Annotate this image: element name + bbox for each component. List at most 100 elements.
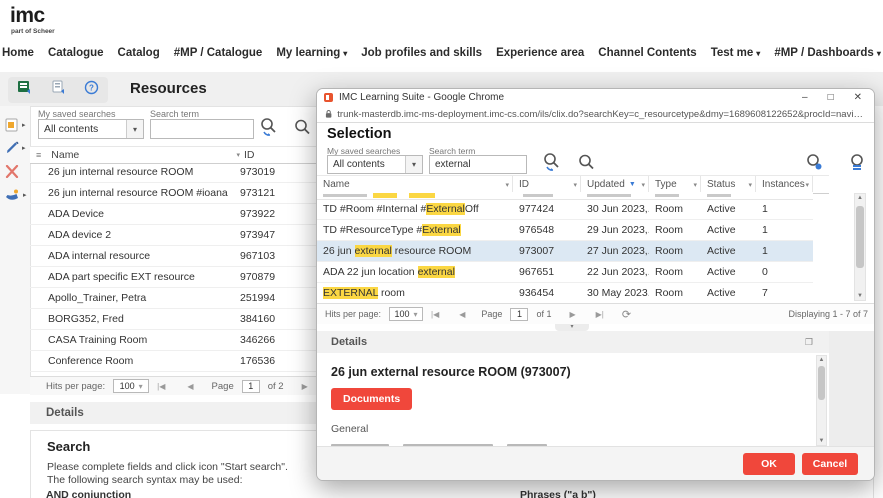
collapse-panel-icon[interactable]: ❐ (805, 337, 813, 348)
nav-item-job-profiles-and-skills[interactable]: Job profiles and skills (361, 47, 482, 65)
prev-page-icon[interactable]: ◀ (459, 310, 465, 319)
column-label: Updated (587, 179, 625, 190)
panel-splitter[interactable]: ▾ (317, 323, 827, 331)
column-chooser-icon[interactable]: ≡ (36, 150, 41, 160)
filter-caret-icon[interactable]: ▾ (505, 181, 509, 189)
dialog-details-body: 26 jun external resource ROOM (973007) D… (317, 353, 829, 448)
search-settings-icon[interactable] (847, 152, 868, 178)
table-row[interactable]: ADA internal resource967103 (30, 246, 320, 267)
resources-table-body: 26 jun internal resource ROOM97301926 ju… (30, 162, 320, 376)
caret-right-icon[interactable]: ▸ (23, 191, 27, 199)
nav-item-my-learning[interactable]: My learning▾ (276, 47, 347, 65)
table-row[interactable]: CASA Training Room346266 (30, 330, 320, 351)
cancel-button[interactable]: Cancel (802, 453, 858, 475)
documents-button[interactable]: Documents (331, 388, 412, 410)
search-term-label: Search term (150, 109, 199, 119)
refresh-icon[interactable]: ⟳ (622, 308, 631, 321)
close-button[interactable]: ✕ (854, 92, 862, 103)
cell-id: 977424 (513, 203, 581, 215)
minimize-button[interactable]: – (802, 92, 808, 103)
column-name[interactable]: Name (51, 149, 79, 161)
cell-name: 26 jun internal resource ROOM #ioana (30, 187, 240, 199)
main-nav: Home Catalogue Catalog #MP / Catalogue My le… (2, 47, 883, 65)
delete-button[interactable] (5, 165, 19, 178)
nav-item-channel-contents[interactable]: Channel Contents (598, 47, 696, 65)
url-text: trunk-masterdb.imc-ms-deployment.imc-cs.… (337, 109, 874, 120)
dialog-saved-searches-dropdown[interactable]: All contents ▾ (327, 155, 423, 174)
cell-id: 973007 (513, 245, 581, 257)
dialog-pagination: Hits per page: 100▾ |◀ ◀ Page 1 of 1 ▶ ▶… (317, 303, 875, 324)
chevron-down-icon[interactable]: ▾ (405, 156, 422, 173)
nav-item-catalog[interactable]: Catalog (118, 47, 160, 65)
assign-button[interactable]: ▸ (5, 188, 27, 202)
column-id[interactable]: ID▾ (513, 176, 581, 193)
table-row[interactable]: ADA device 2973947 (30, 225, 320, 246)
table-row[interactable]: ADA Device973922 (30, 204, 320, 225)
page-of-label: of 2 (268, 381, 284, 392)
filter-caret-icon[interactable]: ▾ (748, 181, 752, 189)
maximize-button[interactable]: □ (828, 92, 834, 103)
dialog-table-scrollbar[interactable]: ▲ ▼ (854, 193, 866, 301)
export-excel-icon[interactable] (17, 80, 34, 100)
dialog-page-input[interactable]: 1 (510, 308, 528, 321)
filter-caret-icon[interactable]: ▾ (805, 181, 809, 189)
start-search-icon[interactable] (258, 116, 280, 143)
dialog-start-search-icon[interactable] (541, 151, 563, 178)
column-type[interactable]: Type▾ (649, 176, 701, 193)
column-id[interactable]: ID (244, 149, 320, 161)
search-term-input[interactable] (150, 119, 254, 139)
first-page-icon[interactable]: |◀ (157, 382, 165, 391)
nav-item-home[interactable]: Home (2, 47, 34, 65)
table-row[interactable]: BORG352, Fred384160 (30, 309, 320, 330)
dialog-hits-per-page-select[interactable]: 100▾ (389, 307, 423, 321)
table-row[interactable]: 26 jun external resource ROOM97300727 Ju… (317, 241, 813, 262)
nav-item-test-me[interactable]: Test me▾ (711, 47, 761, 65)
nav-item-mp-catalogue[interactable]: #MP / Catalogue (174, 47, 263, 65)
search-icon[interactable] (293, 118, 312, 142)
caret-right-icon[interactable]: ▸ (22, 144, 26, 152)
details-scrollbar[interactable]: ▲ ▼ (816, 355, 827, 446)
column-status[interactable]: Status▾ (701, 176, 756, 193)
help-icon[interactable]: ? (84, 80, 99, 100)
table-row[interactable]: Apollo_Trainer, Petra251994 (30, 288, 320, 309)
nav-item-catalogue[interactable]: Catalogue (48, 47, 104, 65)
saved-searches-dropdown[interactable]: All contents ▾ (38, 119, 144, 139)
page-input[interactable]: 1 (242, 380, 260, 393)
nav-item-mp-dashboards[interactable]: #MP / Dashboards▾ (774, 47, 881, 65)
table-row[interactable]: Conference Room176536 (30, 351, 320, 372)
cell-id: 967651 (513, 266, 581, 278)
cell-id: 973019 (240, 166, 320, 178)
caret-right-icon[interactable]: ▸ (22, 121, 26, 129)
filter-caret-icon[interactable]: ▾ (693, 181, 697, 189)
table-row[interactable]: EXTERNAL room93645430 May 2023...RoomAct… (317, 283, 813, 304)
table-row[interactable]: ADA 22 jun location external96765122 Jun… (317, 262, 813, 283)
filter-caret-icon[interactable]: ▾ (573, 181, 577, 189)
column-instances[interactable]: Instances▾ (756, 176, 813, 193)
column-updated[interactable]: Updated ▼ ▾ (581, 176, 649, 193)
sort-desc-icon[interactable]: ▼ (629, 181, 636, 188)
table-row[interactable]: TD #ResourceType #External97654829 Jun 2… (317, 220, 813, 241)
edit-button[interactable]: ▸ (5, 141, 26, 155)
dialog-search-term-input[interactable]: external (429, 155, 527, 174)
filter-caret-icon[interactable]: ▾ (641, 181, 645, 189)
chevron-down-icon[interactable]: ▾ (126, 120, 143, 138)
next-page-icon[interactable]: ▶ (569, 310, 575, 319)
next-page-icon[interactable]: ▶ (302, 382, 308, 391)
hits-per-page-label: Hits per page: (325, 309, 381, 319)
dialog-search-icon[interactable] (577, 153, 596, 177)
table-row[interactable]: 26 jun internal resource ROOM973019 (30, 162, 320, 183)
filter-caret-icon[interactable]: ▾ (236, 151, 240, 159)
table-row[interactable]: 26 jun internal resource ROOM #ioana9731… (30, 183, 320, 204)
new-resource-button[interactable]: ▸ (5, 118, 26, 132)
last-page-icon[interactable]: ▶| (596, 310, 604, 319)
dialog-details-header[interactable]: Details ❐ (317, 331, 829, 353)
hits-per-page-select[interactable]: 100▾ (113, 379, 149, 393)
prev-page-icon[interactable]: ◀ (187, 382, 193, 391)
nav-item-experience-area[interactable]: Experience area (496, 47, 584, 65)
export-report-icon[interactable] (51, 80, 67, 100)
first-page-icon[interactable]: |◀ (431, 310, 439, 319)
ok-button[interactable]: OK (743, 453, 795, 475)
table-row[interactable]: ADA part specific EXT resource970879 (30, 267, 320, 288)
table-row[interactable]: TD #Room #Internal #ExternalOff97742430 … (317, 199, 813, 220)
column-name[interactable]: Name▾ (317, 176, 513, 193)
